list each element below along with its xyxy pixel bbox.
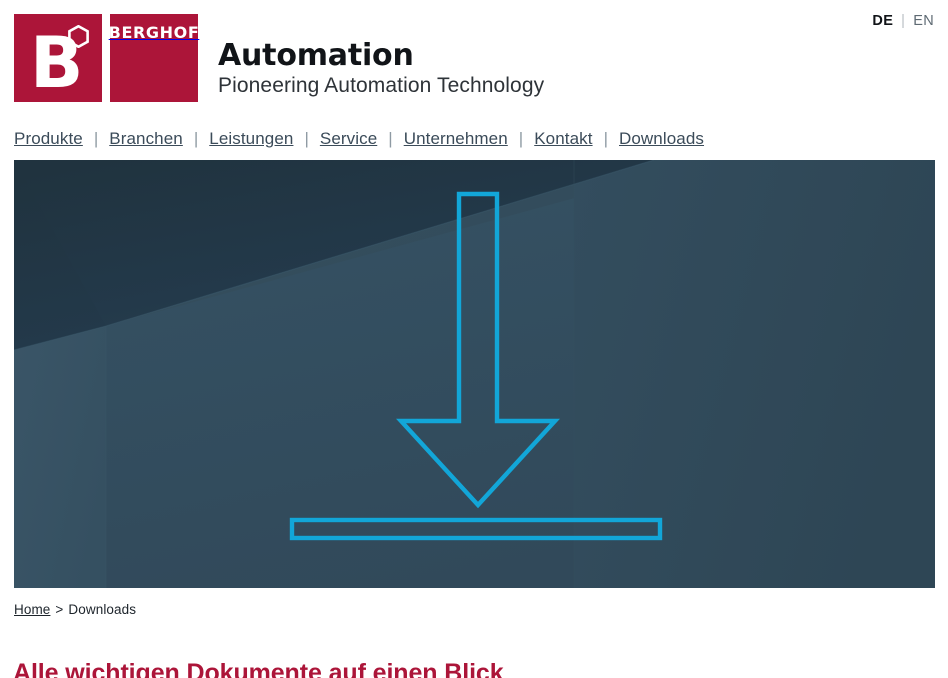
nav-separator: |	[193, 128, 199, 148]
brand-subtitle: Pioneering Automation Technology	[218, 74, 545, 98]
nav-item-service[interactable]: Service	[320, 130, 377, 147]
breadcrumb-current: Downloads	[68, 602, 137, 617]
lang-separator: |	[901, 13, 906, 29]
brand-text-block: Automation Pioneering Automation Technol…	[218, 38, 545, 99]
brand-title: Automation	[218, 38, 414, 73]
site-header: B BERGHOF Automation Pioneering Automati…	[0, 0, 948, 116]
logo-tile-wordmark: BERGHOF	[108, 14, 200, 102]
main-navigation: Produkte | Branchen | Leistungen | Servi…	[0, 118, 948, 158]
nav-separator: |	[388, 128, 393, 148]
nav-separator: |	[603, 128, 608, 148]
nav-item-unternehmen[interactable]: Unternehmen	[404, 130, 508, 147]
nav-separator: |	[518, 128, 524, 148]
hero-banner	[14, 160, 935, 588]
breadcrumb-separator: >	[55, 602, 64, 617]
hexagon-icon	[68, 24, 89, 49]
logo-wordmark-text: BERGHOF	[108, 23, 200, 42]
nav-item-downloads[interactable]: Downloads	[619, 130, 704, 147]
lang-option-en[interactable]: EN	[913, 13, 934, 29]
nav-item-produkte[interactable]: Produkte	[14, 130, 83, 147]
page-title: Alle wichtigen Dokumente auf einen Blick	[13, 658, 504, 678]
nav-item-leistungen[interactable]: Leistungen	[209, 130, 293, 147]
site-logo[interactable]: B BERGHOF	[14, 14, 200, 102]
nav-item-branchen[interactable]: Branchen	[109, 130, 183, 147]
breadcrumb: Home > Downloads	[14, 602, 136, 617]
lang-option-de[interactable]: DE	[872, 13, 893, 29]
language-switcher[interactable]: DE | EN	[872, 13, 934, 29]
nav-separator: |	[93, 128, 99, 148]
logo-tile-b: B	[14, 14, 102, 102]
page-root: B BERGHOF Automation Pioneering Automati…	[0, 0, 948, 678]
hero-graphic	[14, 160, 935, 588]
breadcrumb-home[interactable]: Home	[14, 602, 50, 617]
nav-item-kontakt[interactable]: Kontakt	[534, 130, 592, 147]
nav-separator: |	[304, 128, 309, 148]
